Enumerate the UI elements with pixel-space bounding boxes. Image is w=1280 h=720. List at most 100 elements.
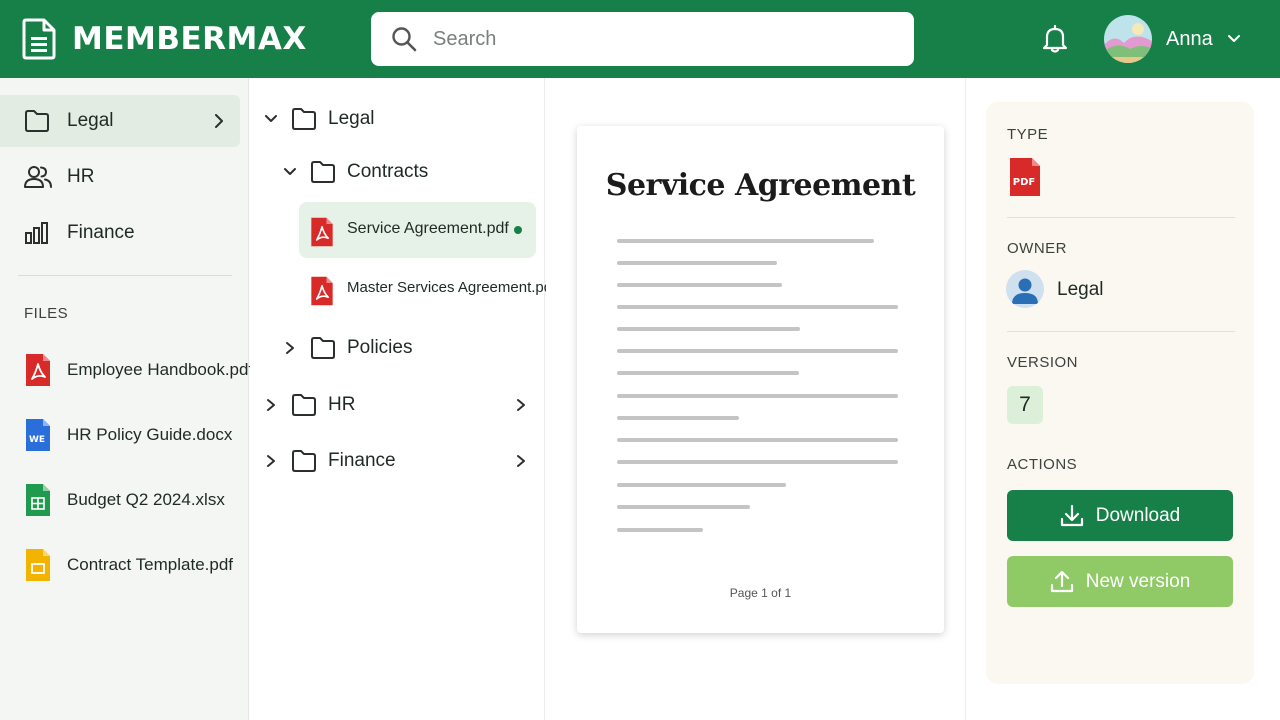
- text-line: [617, 239, 874, 243]
- owner-heading: OWNER: [1007, 240, 1067, 257]
- sidebar: Legal HR Finance FILES Employee Handbook…: [0, 78, 253, 720]
- upload-icon: [1050, 570, 1073, 592]
- folder-icon: [292, 108, 316, 130]
- file-label: Employee Handbook.pdf: [67, 360, 254, 379]
- document-icon: [22, 18, 56, 60]
- app-name: MEMBERMAX: [72, 21, 307, 57]
- new-version-label: New version: [1085, 570, 1191, 592]
- file-label: Budget Q2 2024.xlsx: [67, 490, 225, 509]
- tree-file-service-agreement[interactable]: Service Agreement.pdf: [299, 202, 536, 258]
- chevron-down-icon: [1227, 35, 1240, 42]
- folder-tree: Legal Contracts Service Agreement.pdf Ma…: [250, 78, 556, 720]
- word-file-icon: WE: [26, 419, 50, 451]
- text-line: [617, 438, 898, 442]
- details-divider: [1007, 331, 1235, 332]
- download-icon: [1060, 504, 1083, 526]
- text-line: [617, 305, 898, 309]
- folder-icon: [311, 337, 335, 359]
- avatar: [1104, 15, 1152, 63]
- users-icon: [24, 166, 52, 188]
- tree-folder-policies[interactable]: Policies: [283, 328, 412, 368]
- owner-avatar: [1006, 270, 1044, 308]
- details-divider: [1007, 217, 1235, 218]
- text-line: [617, 327, 800, 331]
- sidebar-divider: [18, 275, 232, 276]
- sidebar-item-legal[interactable]: Legal: [0, 95, 240, 147]
- chevron-right-icon: [286, 342, 294, 354]
- bell-icon[interactable]: [1041, 24, 1069, 54]
- document-page[interactable]: Service Agreement Page 1 of 1: [577, 126, 944, 633]
- actions-heading: ACTIONS: [1007, 456, 1078, 473]
- chevron-right-icon[interactable]: [514, 398, 528, 412]
- download-button[interactable]: Download: [1007, 490, 1233, 541]
- tree-file-label: Service Agreement.pdf: [347, 220, 509, 237]
- chevron-right-icon[interactable]: [514, 454, 528, 468]
- chevron-right-icon: [267, 455, 275, 467]
- tree-folder-hr[interactable]: HR: [264, 385, 534, 425]
- search-icon: [392, 27, 417, 52]
- type-heading: TYPE: [1007, 126, 1049, 143]
- pdf-type-icon: PDF: [1010, 158, 1040, 196]
- folder-icon: [311, 161, 335, 183]
- tree-folder-label: Contracts: [347, 161, 429, 182]
- file-item-hr-policy-guide[interactable]: WE HR Policy Guide.docx: [0, 415, 249, 455]
- owner-name: Legal: [1057, 279, 1104, 300]
- page-number: Page 1 of 1: [729, 586, 792, 600]
- pdf-file-icon: [311, 217, 333, 247]
- text-line: [617, 394, 898, 398]
- version-heading: VERSION: [1007, 354, 1079, 371]
- app-logo[interactable]: MEMBERMAX: [22, 18, 307, 60]
- user-name: Anna: [1166, 27, 1213, 50]
- text-line: [617, 528, 703, 532]
- person-icon: [1012, 278, 1038, 304]
- download-label: Download: [1095, 504, 1181, 526]
- chevron-down-icon: [284, 168, 296, 175]
- text-line: [617, 283, 782, 287]
- document-title: Service Agreement: [605, 168, 916, 203]
- sheet-file-icon: [26, 484, 50, 516]
- folder-icon: [292, 450, 316, 472]
- file-item-employee-handbook[interactable]: Employee Handbook.pdf: [0, 350, 253, 390]
- user-menu[interactable]: Anna: [1104, 14, 1241, 64]
- sidebar-item-label: Finance: [67, 222, 135, 243]
- tree-folder-contracts[interactable]: Contracts: [283, 152, 428, 192]
- svg-text:WE: WE: [29, 435, 45, 445]
- sidebar-item-hr[interactable]: HR: [0, 151, 240, 203]
- text-line: [617, 483, 786, 487]
- text-line: [617, 460, 898, 464]
- top-bar: MEMBERMAX Anna: [0, 0, 1280, 78]
- sidebar-item-label: HR: [67, 166, 95, 187]
- file-item-budget-q2[interactable]: Budget Q2 2024.xlsx: [0, 480, 249, 520]
- sidebar-item-label: Legal: [67, 110, 114, 131]
- pdf-file-icon: [26, 354, 50, 386]
- search-input[interactable]: [433, 27, 873, 51]
- search-bar[interactable]: [371, 12, 914, 66]
- sidebar-item-finance[interactable]: Finance: [0, 207, 240, 259]
- text-line: [617, 505, 750, 509]
- details-panel: TYPE PDF OWNER Legal VERSION 7 ACTIONS D…: [986, 102, 1254, 684]
- chevron-right-icon: [267, 399, 275, 411]
- version-badge: 7: [1007, 386, 1043, 424]
- tree-file-label: Master Services Agreement.pdf: [347, 279, 557, 296]
- file-item-contract-template[interactable]: Contract Template.pdf: [0, 545, 249, 585]
- tree-folder-label: Policies: [347, 337, 413, 358]
- chevron-down-icon: [265, 115, 277, 122]
- tree-file-master-services-agreement[interactable]: Master Services Agreement.pdf: [299, 261, 556, 317]
- files-heading: FILES: [24, 305, 69, 322]
- new-version-button[interactable]: New version: [1007, 556, 1233, 607]
- tree-folder-label: Finance: [328, 450, 396, 471]
- file-label: Contract Template.pdf: [67, 555, 233, 574]
- tree-folder-finance[interactable]: Finance: [264, 441, 534, 481]
- chevron-right-icon: [215, 114, 223, 128]
- tree-folder-label: HR: [328, 394, 356, 415]
- document-preview: Service Agreement Page 1 of 1: [546, 78, 966, 720]
- tree-folder-label: Legal: [328, 108, 375, 129]
- folder-icon: [292, 394, 316, 416]
- slides-file-icon: [26, 549, 50, 581]
- text-line: [617, 416, 739, 420]
- text-line: [617, 261, 777, 265]
- pdf-file-icon: [311, 276, 333, 306]
- tree-folder-legal[interactable]: Legal: [264, 99, 375, 139]
- avatar-image-icon: [1104, 15, 1152, 63]
- text-line: [617, 349, 898, 353]
